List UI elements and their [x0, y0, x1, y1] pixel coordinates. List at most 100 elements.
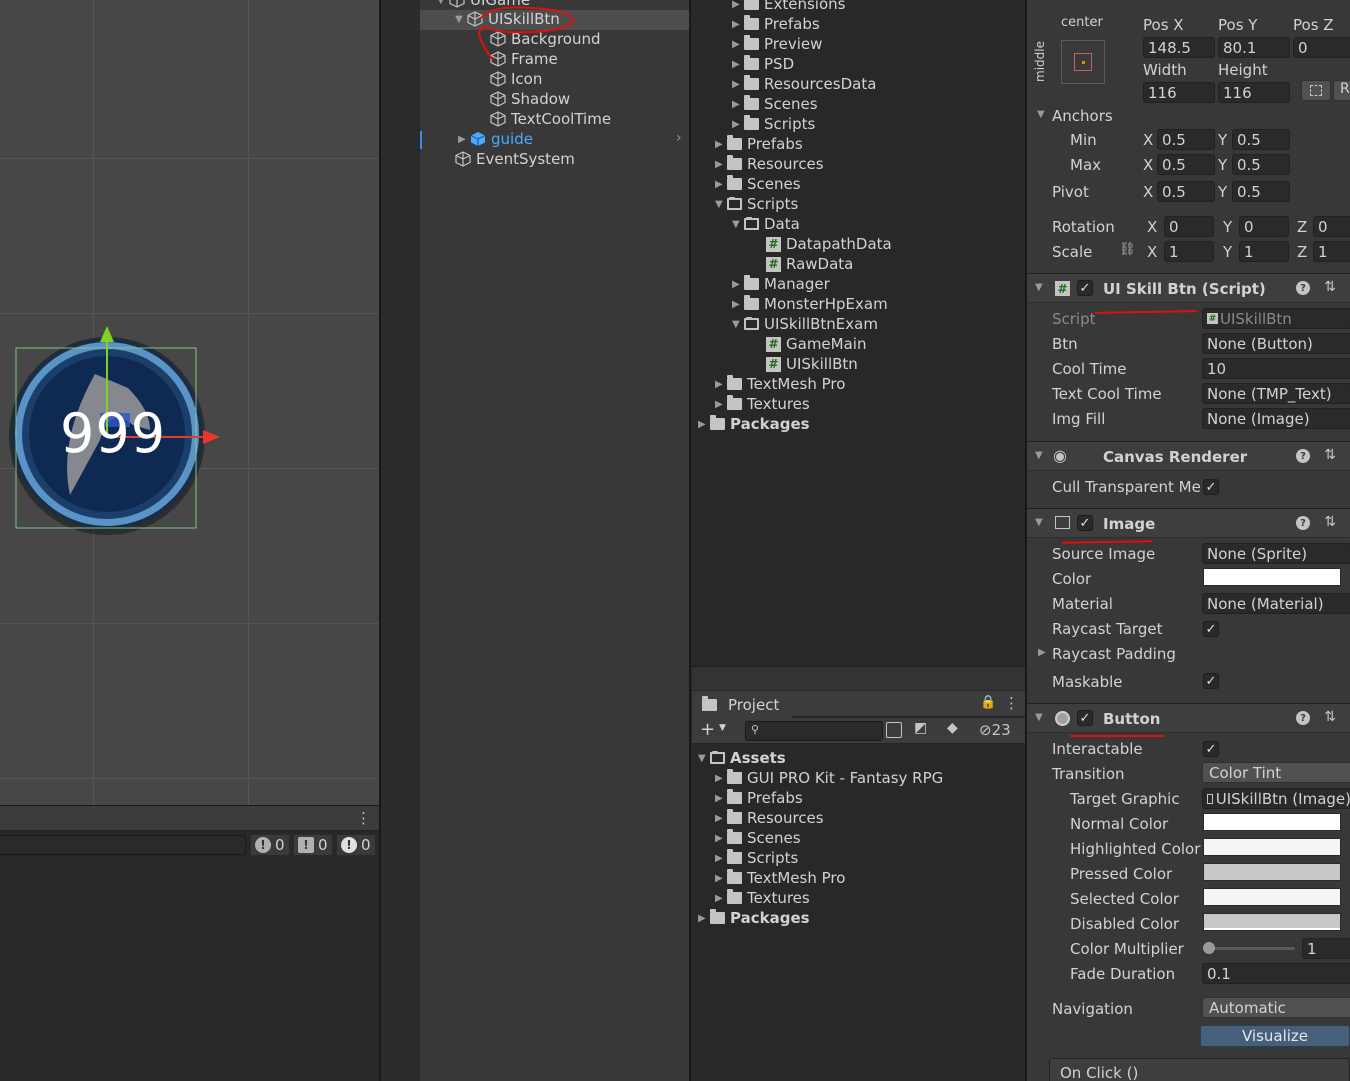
project-folder-assets[interactable]: ▼ Assets — [698, 748, 786, 768]
project-script[interactable]: # DatapathData — [766, 234, 892, 254]
foldout-arrow-icon[interactable]: ▼ — [1035, 450, 1043, 461]
project-folder[interactable]: ▶ Resources — [715, 154, 824, 174]
label-tag-icon[interactable]: ◆ — [947, 720, 958, 736]
more-options-icon[interactable]: ⋮ — [1004, 694, 1019, 712]
chevron-down-icon[interactable]: ▼ — [719, 723, 726, 733]
selected-color-swatch[interactable] — [1203, 888, 1341, 906]
project-search-input[interactable]: ⚲ — [745, 721, 883, 741]
anchor-min-y-field[interactable]: 0.5 — [1232, 129, 1290, 150]
settings-icon[interactable]: ⇅ — [1324, 279, 1336, 295]
pivot-y-field[interactable]: 0.5 — [1232, 181, 1290, 202]
anchor-max-y-field[interactable]: 0.5 — [1232, 154, 1290, 175]
project-folder[interactable]: ▶ TextMesh Pro — [715, 374, 845, 394]
project-folder[interactable]: ▶ Extensions — [732, 0, 845, 14]
component-header-image[interactable]: ▼ ✓ Image ? ⇅ — [1027, 508, 1350, 538]
rotation-z-field[interactable]: 0 — [1313, 216, 1350, 237]
anchor-max-x-field[interactable]: 0.5 — [1157, 154, 1215, 175]
hierarchy-item-eventsystem[interactable]: EventSystem — [455, 149, 575, 169]
project-folder[interactable]: ▶ Scenes — [715, 828, 801, 848]
anchor-min-x-field[interactable]: 0.5 — [1157, 129, 1215, 150]
pos-z-field[interactable]: 0 — [1293, 37, 1350, 58]
info-count-toggle[interactable]: ! 0 — [250, 834, 290, 856]
project-script[interactable]: # GameMain — [766, 334, 866, 354]
highlighted-color-swatch[interactable] — [1203, 838, 1341, 856]
project-folder[interactable]: ▼ UISkillBtnExam — [732, 314, 878, 334]
chevron-right-icon[interactable]: › — [676, 130, 682, 146]
enable-checkbox[interactable]: ✓ — [1077, 710, 1093, 726]
raycast-padding-label[interactable]: Raycast Padding — [1052, 645, 1176, 663]
transition-dropdown[interactable]: Color Tint — [1202, 762, 1350, 783]
width-field[interactable]: 116 — [1143, 82, 1215, 103]
anchors-label[interactable]: Anchors — [1052, 107, 1113, 125]
foldout-arrow-icon[interactable]: ▼ — [1035, 517, 1043, 528]
filter-by-type-icon[interactable]: ◩ — [914, 720, 927, 736]
project-folder[interactable]: ▶ TextMesh Pro — [715, 868, 845, 888]
help-icon[interactable]: ? — [1296, 516, 1310, 530]
btn-field[interactable]: None (Button) — [1202, 333, 1350, 354]
anchors-foldout-arrow[interactable]: ▼ — [1037, 109, 1045, 120]
project-folder[interactable]: ▶ PSD — [732, 54, 794, 74]
height-field[interactable]: 116 — [1218, 82, 1290, 103]
imgfill-field[interactable]: None (Image) — [1202, 408, 1350, 429]
expand-arrow-icon[interactable]: ▼ — [455, 14, 467, 25]
help-icon[interactable]: ? — [1296, 449, 1310, 463]
raw-edit-button[interactable]: R — [1333, 80, 1350, 101]
console-search-input[interactable] — [0, 835, 246, 855]
cooltime-field[interactable]: 10 — [1202, 358, 1350, 379]
textcool-field[interactable]: None (TMP_Text) — [1202, 383, 1350, 404]
hierarchy-item-icon[interactable]: Icon — [490, 69, 542, 89]
project-folder[interactable]: ▶ Manager — [732, 274, 830, 294]
color-swatch[interactable] — [1203, 568, 1341, 586]
normal-color-swatch[interactable] — [1203, 813, 1341, 831]
project-folder-packages[interactable]: ▶ Packages — [698, 908, 810, 928]
color-multiplier-field[interactable]: 1 — [1302, 938, 1350, 959]
pos-x-field[interactable]: 148.5 — [1143, 37, 1215, 58]
cull-transparent-checkbox[interactable]: ✓ — [1203, 479, 1219, 495]
hierarchy-item-shadow[interactable]: Shadow — [490, 89, 570, 109]
error-count-toggle[interactable]: ! 0 — [336, 834, 376, 856]
raycast-target-checkbox[interactable]: ✓ — [1203, 621, 1219, 637]
project-folder[interactable]: ▶ GUI PRO Kit - Fantasy RPG — [715, 768, 943, 788]
navigation-dropdown[interactable]: Automatic — [1202, 997, 1350, 1018]
project-folder[interactable]: ▶ MonsterHpExam — [732, 294, 888, 314]
tab-project[interactable]: Project — [692, 691, 792, 718]
scale-z-field[interactable]: 1 — [1313, 241, 1350, 262]
scene-view[interactable]: 999 — [0, 0, 379, 805]
pressed-color-swatch[interactable] — [1203, 863, 1341, 881]
help-icon[interactable]: ? — [1296, 711, 1310, 725]
settings-icon[interactable]: ⇅ — [1324, 709, 1336, 725]
settings-icon[interactable]: ⇅ — [1324, 447, 1336, 463]
rotation-x-field[interactable]: 0 — [1164, 216, 1214, 237]
multiplier-slider-handle[interactable] — [1203, 942, 1215, 954]
search-scope-icon[interactable] — [886, 722, 902, 738]
target-graphic-field[interactable]: UISkillBtn (Image) — [1202, 788, 1350, 809]
interactable-checkbox[interactable]: ✓ — [1203, 741, 1219, 757]
blueprint-mode-button[interactable] — [1301, 80, 1331, 101]
project-folder[interactable]: ▶ Prefabs — [732, 14, 820, 34]
source-image-field[interactable]: None (Sprite) — [1202, 543, 1350, 564]
lock-icon[interactable]: 🔒 — [980, 695, 996, 710]
project-folder[interactable]: ▶ ResourcesData — [732, 74, 876, 94]
add-icon[interactable]: + — [700, 719, 715, 740]
project-folder[interactable]: ▶ Scenes — [732, 94, 818, 114]
project-folder[interactable]: ▶ Scenes — [715, 174, 801, 194]
project-folder[interactable]: ▶ Prefabs — [715, 788, 803, 808]
project-folder[interactable]: ▶ Textures — [715, 394, 810, 414]
fade-duration-field[interactable]: 0.1 — [1202, 963, 1350, 984]
expand-arrow-icon[interactable]: ▼ — [437, 0, 449, 6]
maskable-checkbox[interactable]: ✓ — [1203, 673, 1219, 689]
hierarchy-item-textcooltime[interactable]: TextCoolTime — [490, 109, 611, 129]
anchor-presets-button[interactable] — [1061, 40, 1105, 84]
settings-icon[interactable]: ⇅ — [1324, 514, 1336, 530]
project-folder[interactable]: ▶ Scripts — [715, 848, 798, 868]
project-folder[interactable]: ▶ Textures — [715, 888, 810, 908]
enable-checkbox[interactable]: ✓ — [1077, 515, 1093, 531]
panel-divider[interactable] — [689, 0, 691, 1081]
constrain-proportions-icon[interactable]: ⛓ — [1119, 242, 1136, 257]
foldout-arrow-icon[interactable]: ▼ — [1035, 712, 1043, 723]
multiplier-slider-track[interactable] — [1207, 947, 1295, 950]
expand-arrow-icon[interactable]: ▶ — [458, 134, 470, 145]
project-folder[interactable]: ▼ Data — [732, 214, 800, 234]
project-folder[interactable]: ▼ Scripts — [715, 194, 798, 214]
scale-x-field[interactable]: 1 — [1164, 241, 1214, 262]
